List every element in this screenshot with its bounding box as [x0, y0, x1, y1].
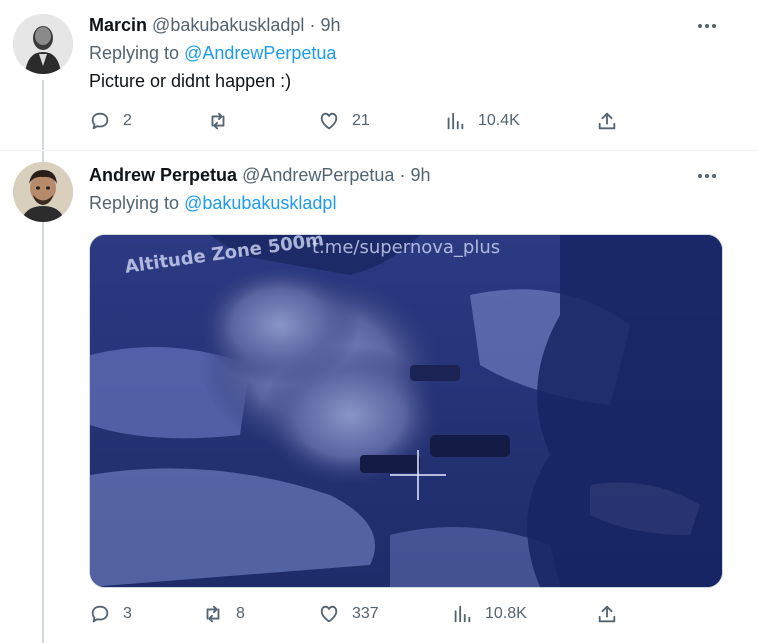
share-button[interactable] [596, 110, 618, 132]
tweet-header: Andrew Perpetua @AndrewPerpetua · 9h [89, 165, 430, 186]
user-handle[interactable]: @bakubakuskladpl [152, 15, 304, 35]
retweet-button[interactable] [207, 110, 241, 132]
replying-label: Replying to [89, 193, 180, 213]
avatar[interactable] [13, 14, 73, 74]
like-icon [320, 605, 338, 623]
display-name[interactable]: Andrew Perpetua [89, 165, 237, 185]
reply-button[interactable]: 3 [89, 603, 132, 625]
reply-button[interactable]: 2 [89, 110, 132, 132]
retweet-button[interactable]: 8 [202, 603, 245, 625]
views-count: 10.8K [485, 605, 527, 622]
views-icon [447, 112, 464, 130]
action-bar: 2 21 10.4K [89, 110, 629, 136]
replying-to: Replying to @bakubakuskladpl [89, 193, 336, 214]
tweet-media-video[interactable]: Altitude Zone 500m t.me/supernova_plus [89, 234, 723, 588]
timestamp[interactable]: 9h [320, 15, 340, 35]
video-frame [90, 235, 722, 587]
more-icon[interactable] [696, 165, 718, 187]
more-icon[interactable] [696, 15, 718, 37]
action-bar: 3 8 337 10.8K [89, 603, 629, 629]
retweet-count: 8 [236, 605, 245, 622]
like-button[interactable]: 337 [318, 603, 379, 625]
tweet-marcin[interactable]: Marcin @bakubakuskladpl · 9h Replying to… [0, 0, 758, 150]
mention-link[interactable]: @AndrewPerpetua [184, 43, 336, 63]
views-button[interactable]: 10.8K [451, 603, 527, 625]
views-button[interactable]: 10.4K [444, 110, 520, 132]
tweet-header: Marcin @bakubakuskladpl · 9h [89, 15, 340, 36]
separator: · [309, 15, 316, 35]
reply-count: 2 [123, 112, 132, 129]
tweet-text: Picture or didnt happen :) [89, 71, 292, 91]
views-icon [454, 605, 471, 623]
retweet-icon [211, 112, 225, 130]
share-button[interactable] [596, 603, 618, 625]
reply-icon [91, 112, 109, 130]
like-button[interactable]: 21 [318, 110, 370, 132]
replying-to: Replying to @AndrewPerpetua [89, 43, 336, 64]
views-count: 10.4K [478, 112, 520, 129]
like-count: 337 [352, 605, 379, 622]
mention-link[interactable]: @bakubakuskladpl [184, 193, 336, 213]
like-icon [320, 112, 338, 130]
share-icon [598, 605, 616, 623]
share-icon [598, 112, 616, 130]
user-handle[interactable]: @AndrewPerpetua [242, 165, 394, 185]
like-count: 21 [352, 112, 370, 129]
separator: · [399, 165, 406, 185]
timestamp[interactable]: 9h [410, 165, 430, 185]
avatar[interactable] [13, 162, 73, 222]
retweet-icon [206, 605, 220, 623]
reply-icon [91, 605, 109, 623]
display-name[interactable]: Marcin [89, 15, 147, 35]
replying-label: Replying to [89, 43, 180, 63]
video-overlay-channel: t.me/supernova_plus [312, 237, 501, 258]
reply-count: 3 [123, 605, 132, 622]
